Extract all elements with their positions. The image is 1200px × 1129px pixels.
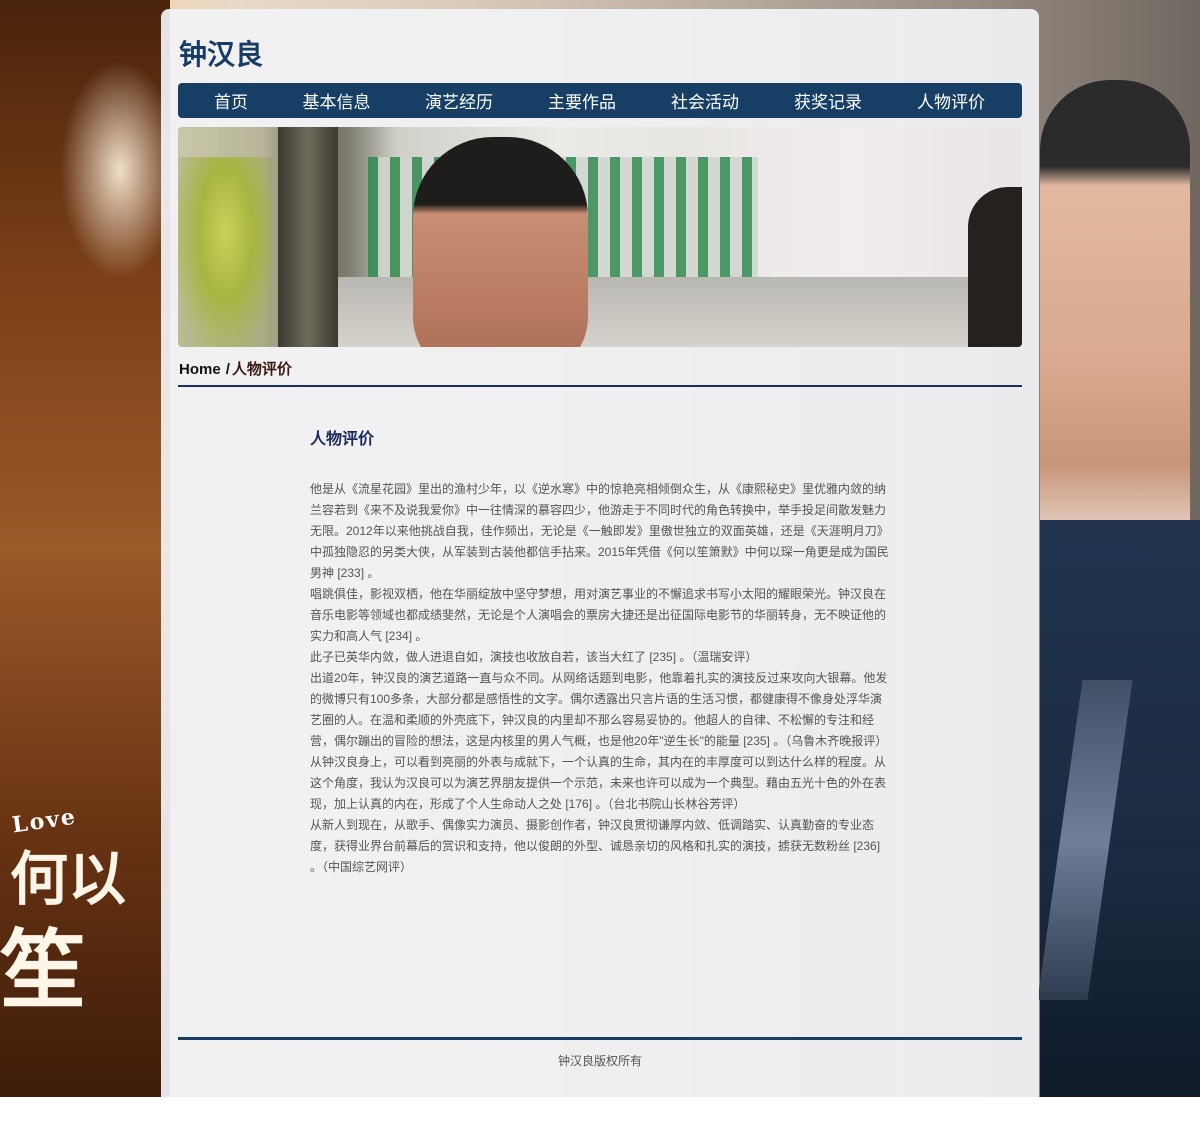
footer-copyright: 钟汉良版权所有 — [557, 1054, 642, 1068]
nav-item-home[interactable]: 首页 — [178, 88, 284, 113]
article-paragraph: 他是从《流星花园》里出的渔村少年，以《逆水寒》中的惊艳亮相倾倒众生，从《康熙秘史… — [310, 482, 889, 580]
article-heading: 人物评价 — [310, 431, 375, 448]
banner-image — [178, 127, 1022, 347]
nav-item-works[interactable]: 主要作品 — [529, 88, 635, 113]
banner-wooden-post — [278, 127, 338, 347]
article-paragraph: 从新人到现在，从歌手、偶像实力演员、摄影创作者，钟汉良贯彻谦厚内敛、低调踏实、认… — [310, 818, 881, 874]
article-paragraph: 唱跳俱佳，影视双栖，他在华丽绽放中坚守梦想，用对演艺事业的不懈追求书写小太阳的耀… — [310, 587, 887, 643]
main-container: 钟汉良 首页 基本信息 演艺经历 主要作品 社会活动 获奖记录 人物评价 Hom… — [161, 9, 1039, 1097]
banner-plant — [178, 157, 273, 347]
nav-item-basic-info[interactable]: 基本信息 — [284, 88, 389, 113]
site-title: 钟汉良 — [179, 39, 264, 70]
nav-item-social-activities[interactable]: 社会活动 — [635, 88, 775, 113]
breadcrumb-current: 人物评价 — [231, 361, 292, 378]
breadcrumb-home-link[interactable]: Home — [179, 361, 221, 378]
poster-title-line-2: 笙 — [0, 920, 86, 1021]
banner-shoulder — [968, 187, 1022, 347]
nav-item-career[interactable]: 演艺经历 — [389, 88, 529, 113]
main-nav: 首页 基本信息 演艺经历 主要作品 社会活动 获奖记录 人物评价 — [178, 83, 1022, 118]
breadcrumb-divider — [178, 385, 1022, 387]
nav-item-evaluation[interactable]: 人物评价 — [881, 88, 1021, 113]
background-portrait-face — [1040, 80, 1190, 560]
banner-actor-portrait — [413, 137, 588, 347]
nav-item-awards[interactable]: 获奖记录 — [775, 88, 881, 113]
article-paragraph: 从钟汉良身上，可以看到亮丽的外表与成就下，一个认真的生命，其内在的丰厚度可以到达… — [310, 755, 887, 811]
article-paragraph: 出道20年，钟汉良的演艺道路一直与众不同。从网络话题到电影，他靠着扎实的演技反过… — [310, 671, 888, 748]
article-content: 人物评价 他是从《流星花园》里出的渔村少年，以《逆水寒》中的惊艳亮相倾倒众生，从… — [310, 425, 890, 878]
footer-divider — [178, 1037, 1022, 1040]
breadcrumb: Home / 人物评价 — [179, 358, 292, 379]
article-paragraph: 此子已英华内敛，做人进退自如，演技也收放自若，该当大红了 [235] 。（温瑞安… — [310, 650, 758, 664]
breadcrumb-separator: / — [225, 361, 230, 378]
